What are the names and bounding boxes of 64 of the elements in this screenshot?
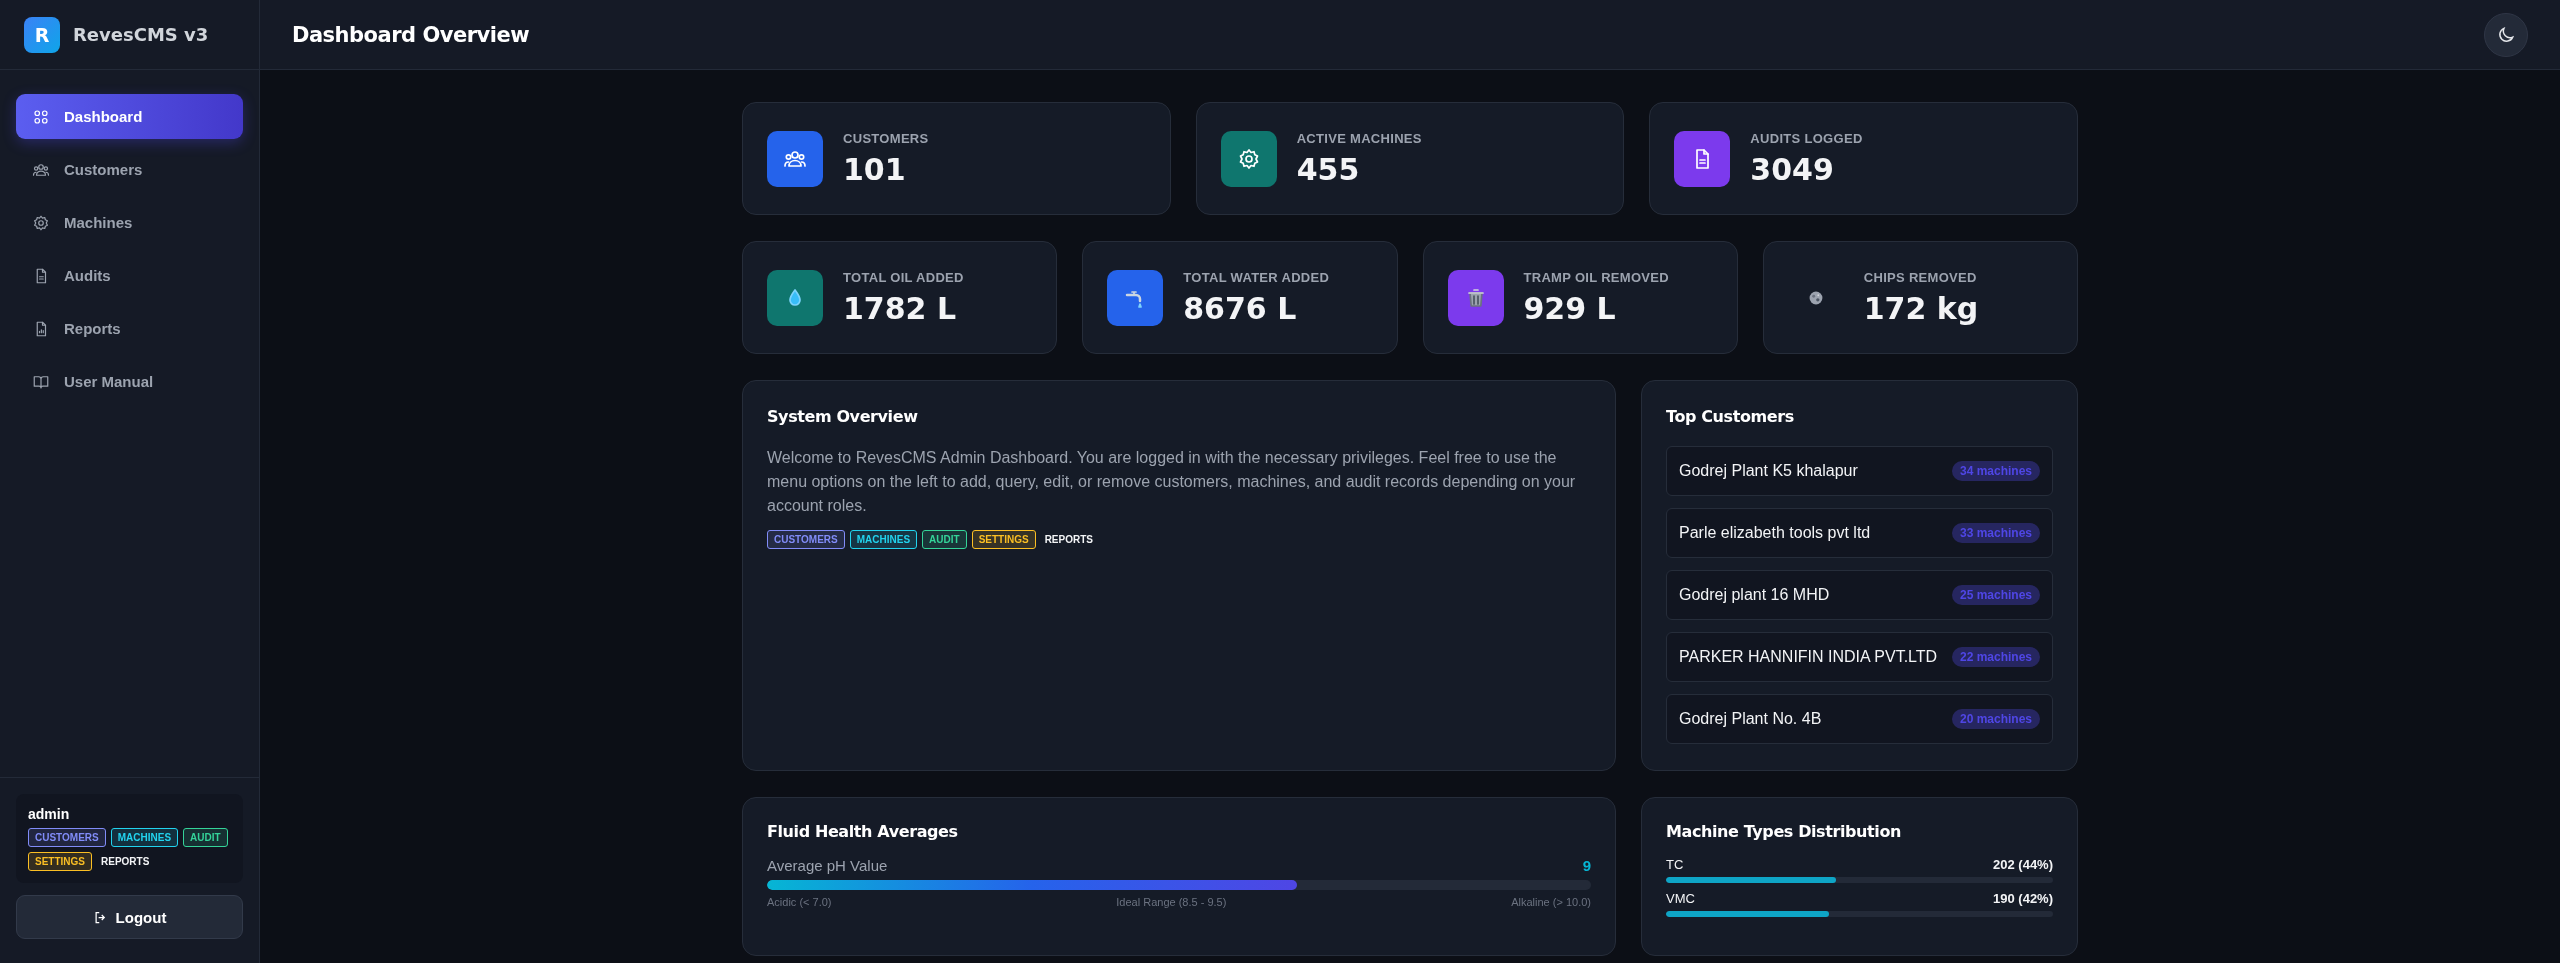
nav-item[interactable]: Reports [16,306,243,351]
nav-item[interactable]: Customers [16,147,243,192]
customer-name: PARKER HANNIFIN INDIA PVT.LTD [1679,648,1938,666]
role-tag: MACHINES [849,530,918,549]
panel-title: System Overview [767,407,919,426]
stat-label: AUDITS LOGGED [1750,130,1863,146]
nav-item[interactable]: Audits [16,253,243,298]
page-title: Dashboard Overview [292,22,530,47]
stat-value: 455 [1296,151,1361,187]
nav-item[interactable]: Machines [16,200,243,245]
logo-icon: R [24,16,60,53]
stat-value: 101 [843,151,907,187]
logout-icon [92,909,108,925]
stat-value: 172 kg [1863,290,1979,326]
theme-toggle-button[interactable] [2484,12,2528,57]
machine-type-count: 190 (42%) [1993,891,2053,906]
metric-label: Average pH Value [767,857,888,874]
customer-name: Godrej Plant K5 khalapur [1679,462,1858,480]
machine-count-badge: 25 machines [1951,585,2040,605]
user-name: admin [28,806,71,822]
stat-value: 3049 [1750,151,1835,187]
machine-type-name: TC [1666,857,1684,872]
scale-label: Alkaline (> 10.0) [1511,896,1591,908]
grid-icon [32,107,50,126]
stat-value: 1782 L [843,290,958,326]
machine-count-badge: 34 machines [1951,461,2040,481]
stat-value: 929 L [1523,290,1617,326]
gear-icon [32,213,50,232]
nav-item[interactable]: User Manual [16,359,243,404]
panel-title: Top Customers [1666,407,1795,426]
machine-type-name: VMC [1666,891,1695,906]
role-tag: SETTINGS [28,852,92,871]
machine-count-badge: 22 machines [1951,647,2040,667]
role-tag: AUDIT [183,828,228,847]
welcome-text: Welcome to RevesCMS Admin Dashboard. You are logged in with the necessary privileges. Feel free to use the menu options on the left to add, query, edit, or remove customers, machines, and audit records depending on your account roles. [767,448,1577,516]
stat-value: 8676 L [1183,290,1298,326]
stat-label: TRAMP OIL REMOVED [1523,269,1669,285]
stat-label: ACTIVE MACHINES [1296,130,1422,146]
metric-value: 9 [1582,857,1591,874]
moon-icon [2496,24,2516,45]
stat-label: CHIPS REMOVED [1863,269,1978,285]
stat-label: TOTAL OIL ADDED [843,269,964,285]
role-label: REPORTS [1043,533,1094,547]
machine-count-badge: 33 machines [1951,523,2040,543]
customer-name: Godrej Plant No. 4B [1679,710,1822,728]
panel-title: Fluid Health Averages [767,822,959,841]
machine-count-badge: 20 machines [1951,709,2040,729]
role-tag: CUSTOMERS [28,828,106,847]
role-label: REPORTS [100,855,151,869]
role-tag: SETTINGS [971,530,1036,549]
scale-label: Acidic (< 7.0) [767,896,832,908]
role-tag: AUDIT [922,530,967,549]
customer-name: Godrej plant 16 MHD [1679,586,1830,604]
logout-button[interactable]: Logout [16,895,243,939]
role-tag: MACHINES [110,828,179,847]
stat-label: CUSTOMERS [843,130,929,146]
scale-label: Ideal Range (8.5 - 9.5) [1116,896,1227,908]
machine-type-count: 202 (44%) [1993,857,2053,872]
stat-label: TOTAL WATER ADDED [1183,269,1330,285]
nav-item[interactable]: Dashboard [16,94,243,139]
role-tag: CUSTOMERS [767,530,845,549]
brand-name: RevesCMS v3 [73,24,209,45]
panel-title: Machine Types Distribution [1666,822,1902,841]
customer-name: Parle elizabeth tools pvt ltd [1679,524,1871,542]
